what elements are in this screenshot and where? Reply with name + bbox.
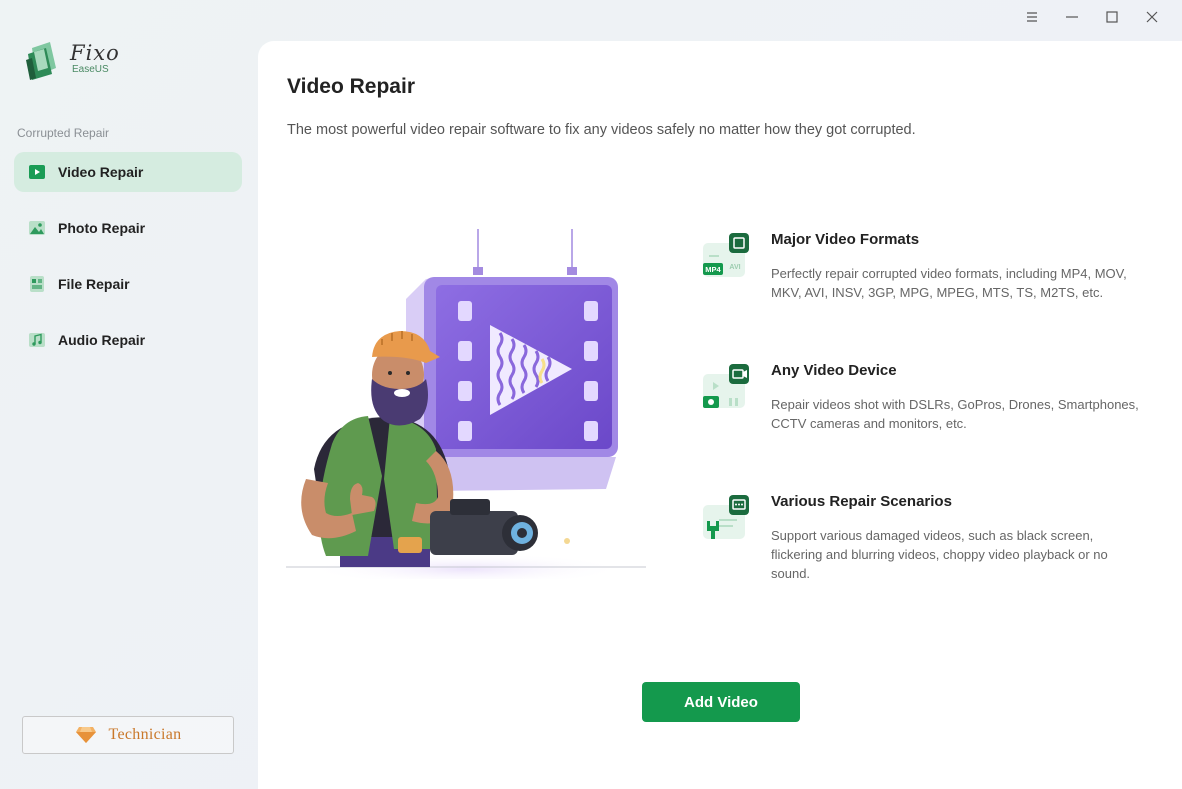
window-controls — [1012, 6, 1172, 28]
page-title: Video Repair — [287, 75, 415, 98]
video-device-icon — [703, 364, 749, 408]
document-icon — [28, 275, 46, 293]
sidebar-item-photo-repair[interactable]: Photo Repair — [14, 208, 242, 248]
sidebar-item-video-repair[interactable]: Video Repair — [14, 152, 242, 192]
technician-button[interactable]: Technician — [22, 716, 234, 754]
app-name: Fixo — [70, 41, 120, 65]
sidebar-item-file-repair[interactable]: File Repair — [14, 264, 242, 304]
diamond-icon — [75, 727, 96, 743]
app-logo: Fixo EaseUS — [24, 40, 120, 82]
maximize-icon — [1106, 11, 1118, 23]
feature-description: Repair videos shot with DSLRs, GoPros, D… — [771, 397, 1139, 431]
repair-scenarios-icon — [703, 495, 749, 539]
sidebar-item-label: File Repair — [58, 276, 130, 292]
fixo-logo-icon — [26, 42, 56, 80]
minimize-button[interactable] — [1052, 6, 1092, 28]
sidebar-item-label: Audio Repair — [58, 332, 146, 348]
feature-title: Any Video Device — [771, 362, 897, 379]
add-video-button[interactable]: Add Video — [642, 682, 800, 722]
video-formats-icon: MP4 AVI — [703, 233, 749, 277]
section-label: Corrupted Repair — [17, 126, 110, 140]
sidebar-item-audio-repair[interactable]: Audio Repair — [14, 320, 242, 360]
music-note-icon — [28, 331, 46, 349]
minimize-icon — [1066, 16, 1078, 18]
format-badge-primary: MP4 — [705, 265, 721, 274]
feature-title: Various Repair Scenarios — [771, 493, 952, 510]
main-panel: Video Repair The most powerful video rep… — [258, 41, 1182, 789]
technician-label: Technician — [108, 726, 182, 743]
app-vendor: EaseUS — [72, 64, 109, 75]
sidebar-item-label: Video Repair — [58, 164, 144, 180]
image-icon — [28, 219, 46, 237]
video-repair-illustration — [286, 229, 646, 579]
feature-description: Perfectly repair corrupted video formats… — [771, 266, 1127, 300]
sidebar-nav: Video Repair Photo Repair File Repair Au… — [14, 152, 242, 376]
page-subtitle: The most powerful video repair software … — [287, 122, 916, 138]
close-icon — [1146, 11, 1158, 23]
close-button[interactable] — [1132, 6, 1172, 28]
maximize-button[interactable] — [1092, 6, 1132, 28]
format-badge-secondary: AVI — [729, 264, 740, 271]
menu-button[interactable] — [1012, 6, 1052, 28]
sidebar-item-label: Photo Repair — [58, 220, 146, 236]
menu-icon — [1027, 12, 1037, 22]
feature-title: Major Video Formats — [771, 231, 920, 248]
feature-description: Support various damaged videos, such as … — [771, 528, 1108, 581]
video-play-icon — [28, 163, 46, 181]
sidebar: Fixo EaseUS Corrupted Repair Video Repai… — [0, 0, 258, 789]
